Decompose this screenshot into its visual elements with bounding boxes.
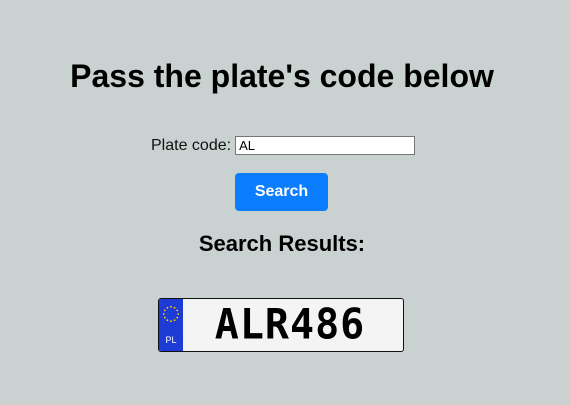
search-results-heading: Search Results:: [198, 231, 366, 256]
license-plate-result: PL ALR486: [158, 298, 404, 352]
plate-code-input[interactable]: [235, 136, 416, 155]
page: Pass the plate's code below Plate code: …: [0, 0, 570, 405]
plate-code-label: Plate code:: [151, 136, 232, 154]
plate-number: ALR486: [214, 300, 366, 350]
eu-band: PL: [159, 299, 183, 351]
eu-stars-icon: [162, 305, 180, 323]
search-button[interactable]: Search: [235, 173, 328, 211]
plate-country-code: PL: [165, 335, 177, 345]
page-title: Pass the plate's code below: [70, 58, 494, 94]
plate-search-form: Plate code:: [151, 136, 416, 155]
